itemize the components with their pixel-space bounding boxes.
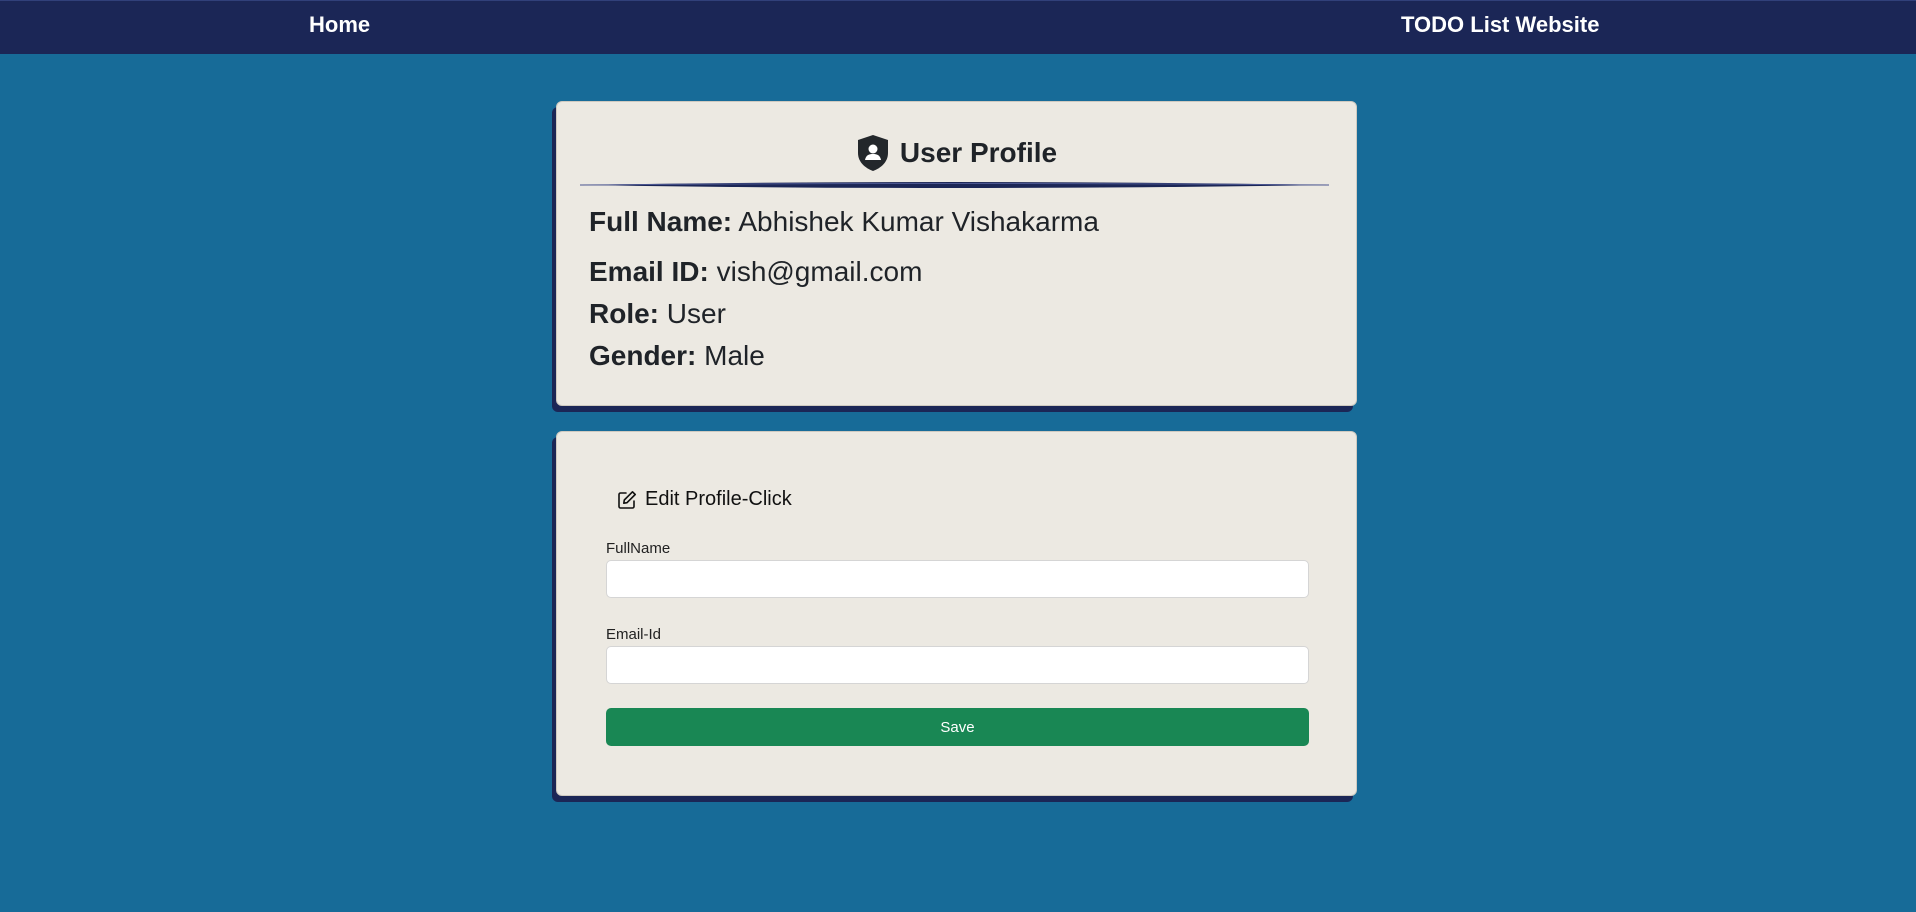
- gender-label: Gender:: [589, 340, 697, 371]
- profile-divider: [580, 182, 1329, 188]
- edit-profile-toggle[interactable]: Edit Profile-Click: [611, 484, 798, 515]
- edit-icon: [617, 490, 637, 510]
- site-brand: TODO List Website: [1401, 12, 1600, 37]
- role-label: Role:: [589, 298, 659, 329]
- gender-row: Gender: Male: [589, 340, 765, 372]
- fullname-input[interactable]: [606, 560, 1309, 598]
- shield-user-icon: [856, 134, 890, 172]
- full-name-label: Full Name:: [589, 206, 733, 237]
- user-profile-card: User Profile Full Name: Abhishek Kumar V…: [556, 101, 1357, 406]
- email-row: Email ID: vish@gmail.com: [589, 256, 922, 288]
- role-row: Role: User: [589, 298, 726, 330]
- save-button[interactable]: Save: [606, 708, 1309, 746]
- profile-header: User Profile: [557, 134, 1356, 172]
- profile-title: User Profile: [899, 137, 1058, 168]
- nav-home-link[interactable]: Home: [309, 12, 370, 38]
- full-name-row: Full Name: Abhishek Kumar Vishakarma: [589, 206, 1099, 238]
- gender-value: Male: [704, 340, 765, 371]
- email-id-input[interactable]: [606, 646, 1309, 684]
- email-label: Email ID:: [589, 256, 709, 287]
- email-value: vish@gmail.com: [716, 256, 923, 287]
- edit-profile-card: Edit Profile-Click FullName Email-Id Sav…: [556, 431, 1357, 796]
- full-name-value: Abhishek Kumar Vishakarma: [738, 206, 1099, 237]
- fullname-label: FullName: [606, 540, 671, 557]
- email-id-label: Email-Id: [606, 626, 662, 643]
- role-value: User: [666, 298, 726, 329]
- top-navbar: Home TODO List Website: [0, 0, 1916, 54]
- edit-profile-label: Edit Profile-Click: [645, 488, 792, 510]
